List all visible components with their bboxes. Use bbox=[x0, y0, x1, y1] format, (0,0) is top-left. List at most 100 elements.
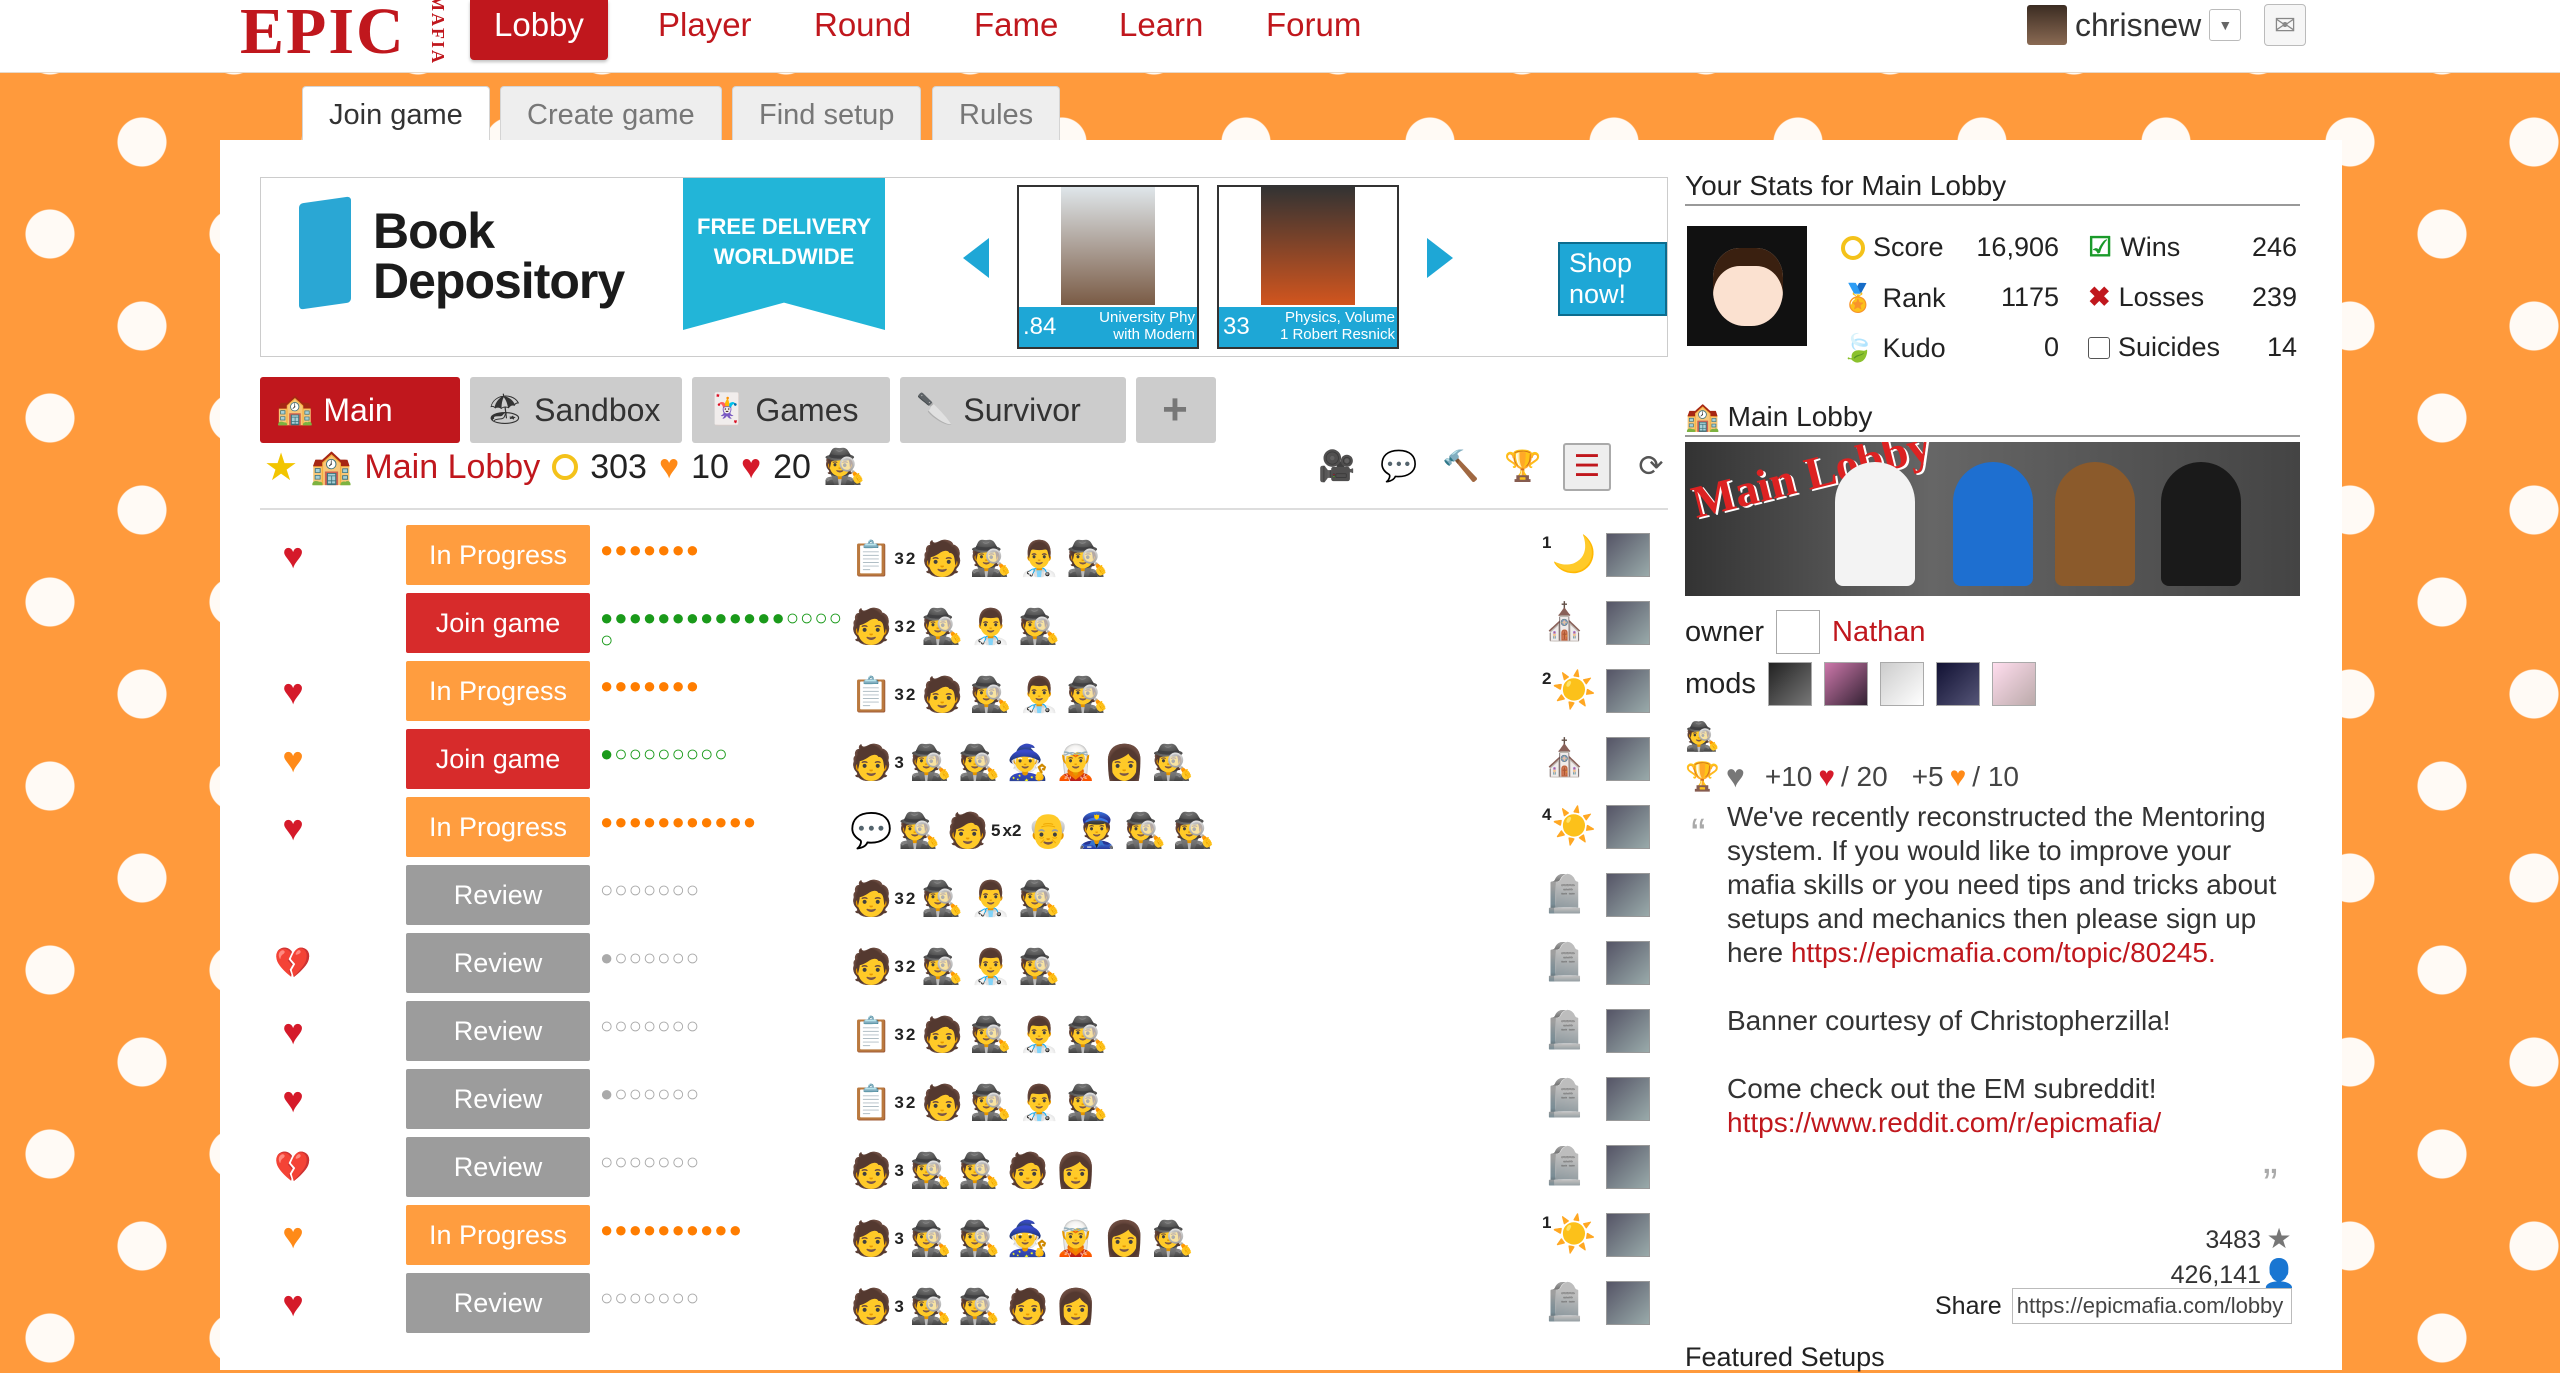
role-icon[interactable]: 👨‍⚕️ bbox=[1018, 1083, 1060, 1123]
username[interactable]: chrisnew bbox=[2075, 7, 2201, 44]
role-icon[interactable]: 🕵️ bbox=[970, 675, 1012, 715]
role-icon[interactable]: 🧑 bbox=[850, 1219, 892, 1259]
role-icon[interactable]: 🕵️ bbox=[910, 743, 952, 783]
role-icon[interactable]: 🧝 bbox=[1055, 743, 1097, 783]
role-icon[interactable]: 🕵️ bbox=[921, 879, 963, 919]
role-icon[interactable]: 🕵️ bbox=[910, 1287, 952, 1327]
role-icon[interactable]: 👨‍⚕️ bbox=[1018, 1015, 1060, 1055]
role-icon[interactable]: 🕵️ bbox=[1152, 1219, 1194, 1259]
role-icon[interactable]: 🧑 bbox=[850, 879, 892, 919]
role-icon[interactable]: 🧑 bbox=[1007, 1151, 1049, 1191]
site-logo[interactable]: EPIC MAFIA bbox=[240, 0, 473, 70]
nav-learn[interactable]: Learn bbox=[1095, 0, 1227, 60]
role-icon[interactable]: 👩 bbox=[1055, 1151, 1097, 1191]
role-list[interactable]: 🧑 3 🕵️ 🕵 🧙 🧝 👩 🕵️ bbox=[850, 739, 1194, 783]
nav-lobby[interactable]: Lobby bbox=[470, 0, 608, 60]
shop-now-button[interactable]: Shop now! bbox=[1558, 242, 1667, 316]
game-row[interactable]: ♥ In Progress ●●●●●●●●●●● 💬 🕵 🧑 5 x2 👴 👮 🕵 🕵️ 4☀️ bbox=[260, 797, 1670, 859]
role-icon[interactable]: 🧑 bbox=[921, 675, 963, 715]
role-list[interactable]: 🧑 3 2 🕵️ 👨‍⚕️ 🕵 bbox=[850, 875, 1060, 919]
star-icon[interactable]: ★ bbox=[264, 445, 298, 490]
avatar[interactable] bbox=[1687, 226, 1807, 346]
role-icon[interactable]: 🕵 bbox=[1018, 947, 1060, 987]
role-icon[interactable]: 🕵 bbox=[1066, 1015, 1108, 1055]
arrow-left-icon[interactable] bbox=[963, 238, 989, 278]
role-icon[interactable]: 📋 bbox=[850, 675, 892, 715]
role-icon[interactable]: 📋 bbox=[850, 1015, 892, 1055]
tab-sandbox[interactable]: 🏖 Sandbox bbox=[470, 377, 682, 443]
role-list[interactable]: 📋 3 2 🧑 🕵️ 👨‍⚕️ 🕵 bbox=[850, 671, 1109, 715]
tab-join-game[interactable]: Join game bbox=[302, 86, 490, 145]
role-icon[interactable]: 🕵️ bbox=[1172, 811, 1214, 851]
role-icon[interactable]: 👴 bbox=[1027, 811, 1069, 851]
tab-create-game[interactable]: Create game bbox=[500, 86, 722, 141]
role-list[interactable]: 📋 3 2 🧑 🕵️ 👨‍⚕️ 🕵 bbox=[850, 1079, 1109, 1123]
role-icon[interactable]: 🕵️ bbox=[970, 1083, 1012, 1123]
advertisement-banner[interactable]: Book Depository FREE DELIVERY WORLDWIDE .… bbox=[260, 177, 1668, 357]
host-avatar[interactable] bbox=[1606, 1145, 1650, 1189]
list-icon[interactable]: ☰ bbox=[1563, 443, 1611, 491]
mod-avatar[interactable] bbox=[1823, 662, 1868, 706]
game-row[interactable]: ♥ Review ○○○○○○○ 📋 3 2 🧑 🕵️ 👨‍⚕️ 🕵 🪦 bbox=[260, 1001, 1670, 1063]
lobby-name[interactable]: Main Lobby bbox=[364, 448, 540, 487]
in-progress-button[interactable]: In Progress bbox=[406, 1205, 590, 1265]
host-avatar[interactable] bbox=[1606, 669, 1650, 713]
role-icon[interactable]: 🧙 bbox=[1007, 743, 1049, 783]
refresh-icon[interactable]: ⟳ bbox=[1629, 445, 1673, 489]
role-icon[interactable]: 🕵️ bbox=[910, 1219, 952, 1259]
host-avatar[interactable] bbox=[1606, 601, 1650, 645]
arrow-right-icon[interactable] bbox=[1427, 238, 1453, 278]
role-icon[interactable]: 📋 bbox=[850, 1083, 892, 1123]
role-icon[interactable]: 🧑 bbox=[850, 743, 892, 783]
host-avatar[interactable] bbox=[1606, 1077, 1650, 1121]
role-icon[interactable]: 🕵 bbox=[958, 1287, 1000, 1327]
game-row[interactable]: ♥ In Progress ●●●●●●● 📋 3 2 🧑 🕵️ 👨‍⚕️ 🕵 1🌙 bbox=[260, 525, 1670, 587]
owner-name[interactable]: Nathan bbox=[1832, 616, 1926, 649]
role-icon[interactable]: 🕵️ bbox=[910, 1151, 952, 1191]
mod-avatar[interactable] bbox=[1767, 662, 1812, 706]
mod-avatar[interactable] bbox=[1879, 662, 1924, 706]
role-icon[interactable]: 🧝 bbox=[1055, 1219, 1097, 1259]
game-row[interactable]: ♥ Review ●○○○○○○ 📋 3 2 🧑 🕵️ 👨‍⚕️ 🕵 🪦 bbox=[260, 1069, 1670, 1131]
role-icon[interactable]: 🧑 bbox=[850, 1151, 892, 1191]
role-icon[interactable]: 🧑 bbox=[921, 1083, 963, 1123]
tab-rules[interactable]: Rules bbox=[932, 86, 1061, 141]
role-icon[interactable]: 🕵️ bbox=[1152, 743, 1194, 783]
game-row[interactable]: ♥ In Progress ●●●●●●●●●● 🧑 3 🕵️ 🕵 🧙 🧝 👩 🕵️ 1☀️ bbox=[260, 1205, 1670, 1267]
share-url-input[interactable] bbox=[2011, 1288, 2292, 1324]
host-avatar[interactable] bbox=[1606, 873, 1650, 917]
nav-round[interactable]: Round bbox=[790, 0, 935, 60]
role-icon[interactable]: 👩 bbox=[1055, 1287, 1097, 1327]
host-avatar[interactable] bbox=[1606, 533, 1650, 577]
role-icon[interactable]: 🕵️ bbox=[970, 1015, 1012, 1055]
video-icon[interactable]: 🎥 bbox=[1315, 445, 1359, 489]
game-row[interactable]: ♥ In Progress ●●●●●●● 📋 3 2 🧑 🕵️ 👨‍⚕️ 🕵 2☀️ bbox=[260, 661, 1670, 723]
join-game-button[interactable]: Join game bbox=[406, 729, 590, 789]
role-list[interactable]: 📋 3 2 🧑 🕵️ 👨‍⚕️ 🕵 bbox=[850, 535, 1109, 579]
role-icon[interactable]: 🕵 bbox=[1066, 539, 1108, 579]
role-icon[interactable]: 👨‍⚕️ bbox=[970, 879, 1012, 919]
role-icon[interactable]: 🧑 bbox=[921, 539, 963, 579]
role-icon[interactable]: 🕵 bbox=[1018, 607, 1060, 647]
review-button[interactable]: Review bbox=[406, 1137, 590, 1197]
role-icon[interactable]: 🕵️ bbox=[921, 607, 963, 647]
role-icon[interactable]: 🕵 bbox=[1018, 879, 1060, 919]
mail-icon[interactable]: ✉ bbox=[2264, 4, 2306, 46]
mod-avatar[interactable] bbox=[1991, 662, 2036, 706]
role-icon[interactable]: 🕵 bbox=[1124, 811, 1166, 851]
chat-icon[interactable]: 💬 bbox=[1377, 445, 1421, 489]
mentoring-link[interactable]: https://epicmafia.com/topic/80245. bbox=[1791, 937, 2216, 968]
gavel-icon[interactable]: 🔨 bbox=[1439, 445, 1483, 489]
tab-survivor[interactable]: 🔪 Survivor bbox=[900, 377, 1126, 443]
role-icon[interactable]: 💬 bbox=[850, 811, 892, 851]
game-row[interactable]: ♥ Review ○○○○○○○ 🧑 3 🕵️ 🕵 🧑 👩 🪦 bbox=[260, 1273, 1670, 1335]
role-list[interactable]: 🧑 3 🕵️ 🕵 🧙 🧝 👩 🕵️ bbox=[850, 1215, 1194, 1259]
ad-book-card[interactable]: 33 Physics, Volume 1 Robert Resnick bbox=[1217, 185, 1399, 349]
role-icon[interactable]: 🧑 bbox=[921, 1015, 963, 1055]
role-icon[interactable]: 🧑 bbox=[850, 947, 892, 987]
role-icon[interactable]: 🕵 bbox=[1066, 675, 1108, 715]
role-icon[interactable]: 🕵 bbox=[958, 1219, 1000, 1259]
role-icon[interactable]: 👨‍⚕️ bbox=[970, 947, 1012, 987]
nav-player[interactable]: Player bbox=[634, 0, 776, 60]
role-icon[interactable]: 🧑 bbox=[947, 811, 989, 851]
